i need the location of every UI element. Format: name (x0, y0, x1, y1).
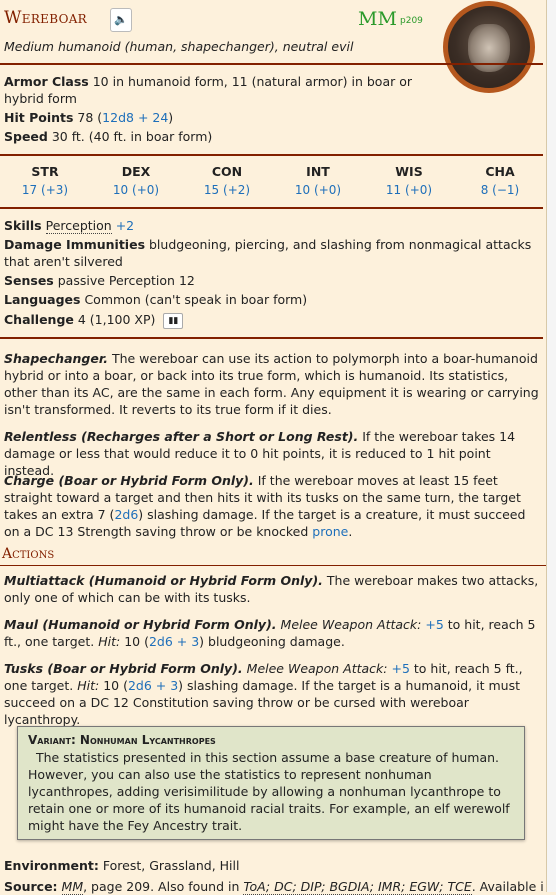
ability-scores: STR 17 (+3) DEX 10 (+0) CON 15 (+2) INT … (0, 164, 543, 204)
hit-label: Hit: (77, 678, 100, 693)
challenge-label: Challenge (4, 312, 74, 327)
ability-roll[interactable]: 10 (+0) (91, 183, 181, 197)
ability-label: CHA (485, 164, 515, 179)
hit-points-value: 78 (77, 110, 94, 125)
damage-roll[interactable]: 2d6 + 3 (128, 678, 178, 693)
trait-text: . (348, 524, 353, 539)
ability-roll[interactable]: 10 (+0) (273, 183, 363, 197)
trait-charge: Charge (Boar or Hybrid Form Only). If th… (4, 472, 541, 540)
trait-name: Relentless (Recharges after a Short or L… (4, 429, 359, 444)
hit-value: 10 ( (103, 678, 128, 693)
speaker-icon[interactable]: 🔈 (110, 8, 132, 32)
ability-label: STR (31, 164, 59, 179)
ability-int: INT 10 (+0) (273, 164, 363, 197)
senses-label: Senses (4, 273, 54, 288)
scrollbar-track[interactable] (547, 0, 556, 892)
source-page: p209 (400, 16, 423, 26)
action-name: Maul (Humanoid or Hybrid Form Only). (4, 617, 277, 632)
armor-class-label: Armor Class (4, 74, 89, 89)
senses: Senses passive Perception 12 (4, 272, 539, 289)
bar-chart-icon[interactable]: ▮▮ (163, 312, 184, 329)
action-maul: Maul (Humanoid or Hybrid Form Only). Mel… (4, 616, 541, 650)
damage-roll[interactable]: 2d6 (114, 507, 138, 522)
ability-con: CON 15 (+2) (182, 164, 272, 197)
divider (0, 337, 543, 339)
ability-label: CON (211, 164, 243, 179)
damage-immunities: Damage Immunities bludgeoning, piercing,… (4, 236, 539, 270)
skill-roll[interactable]: +2 (116, 218, 134, 233)
attack-type: Melee Weapon Attack: (280, 617, 422, 632)
ability-roll[interactable]: 8 (−1) (455, 183, 545, 197)
ability-roll[interactable]: 15 (+2) (182, 183, 272, 197)
variant-box: Variant: Nonhuman Lycanthropes The stati… (17, 726, 525, 840)
hit-points: Hit Points 78 (12d8 + 24) (4, 110, 174, 125)
damage-roll[interactable]: 2d6 + 3 (149, 634, 199, 649)
section-divider (0, 565, 546, 566)
speed: Speed 30 ft. (40 ft. in boar form) (4, 128, 434, 145)
languages-value: Common (can't speak in boar form) (84, 292, 308, 307)
actions-header: Actions (2, 546, 55, 562)
hit-points-label: Hit Points (4, 110, 74, 125)
variant-body: The statistics presented in this section… (28, 750, 510, 833)
ability-dex: DEX 10 (+0) (91, 164, 181, 197)
ability-roll[interactable]: 17 (+3) (0, 183, 90, 197)
action-multiattack: Multiattack (Humanoid or Hybrid Form Onl… (4, 572, 541, 606)
ability-str: STR 17 (+3) (0, 164, 90, 197)
ability-wis: WIS 11 (+0) (364, 164, 454, 197)
hit-points-roll[interactable]: 12d8 + 24 (102, 110, 168, 125)
speed-value: 30 ft. (40 ft. in boar form) (51, 129, 213, 144)
variant-title: Variant: Nonhuman Lycanthropes (28, 733, 216, 747)
senses-value: passive Perception 12 (57, 273, 195, 288)
source-abbr[interactable]: MM (358, 8, 397, 30)
skills-label: Skills (4, 218, 42, 233)
monster-name: Wereboar (4, 8, 88, 28)
source-book[interactable]: MM (61, 879, 84, 895)
environment-value: Forest, Grassland, Hill (102, 858, 240, 873)
speed-label: Speed (4, 129, 48, 144)
skills: Skills Perception +2 (4, 217, 539, 234)
challenge-value: 4 (1,100 XP) (77, 312, 156, 327)
ability-label: DEX (121, 164, 151, 179)
languages-label: Languages (4, 292, 81, 307)
trait-name: Shapechanger. (4, 351, 108, 366)
ability-cha: CHA 8 (−1) (455, 164, 545, 197)
ability-roll[interactable]: 11 (+0) (364, 183, 454, 197)
ability-label: WIS (395, 164, 423, 179)
immunities-label: Damage Immunities (4, 237, 146, 252)
hit-value: 10 ( (124, 634, 149, 649)
action-name: Tusks (Boar or Hybrid Form Only). (4, 661, 243, 676)
hit-label: Hit: (98, 634, 121, 649)
languages: Languages Common (can't speak in boar fo… (4, 291, 539, 308)
attack-roll[interactable]: +5 (425, 617, 443, 632)
skill-perception[interactable]: Perception (45, 218, 112, 234)
divider (0, 63, 543, 65)
variant-text: The statistics presented in this section… (28, 749, 514, 834)
armor-class: Armor Class 10 in humanoid form, 11 (nat… (4, 73, 434, 107)
wereboar-token-image[interactable] (443, 1, 535, 93)
environment: Environment: Forest, Grassland, Hill (4, 857, 539, 874)
ability-label: INT (306, 164, 330, 179)
divider (0, 154, 543, 156)
type-line: Medium humanoid (human, shapechanger), n… (4, 39, 354, 54)
attack-type: Melee Weapon Attack: (246, 661, 388, 676)
divider (0, 207, 543, 209)
action-tusks: Tusks (Boar or Hybrid Form Only). Melee … (4, 660, 541, 728)
action-text: ) bludgeoning damage. (199, 634, 345, 649)
challenge: Challenge 4 (1,100 XP) ▮▮ (4, 311, 539, 329)
source-line: Source: MM, page 209. Also found in ToA;… (4, 878, 544, 895)
action-name: Multiattack (Humanoid or Hybrid Form Onl… (4, 573, 323, 588)
attack-roll[interactable]: +5 (391, 661, 409, 676)
environment-label: Environment: (4, 858, 99, 873)
trait-name: Charge (Boar or Hybrid Form Only). (4, 473, 254, 488)
statblock: Wereboar 🔈 MM p209 Medium humanoid (huma… (0, 0, 547, 895)
trait-shapechanger: Shapechanger. The wereboar can use its a… (4, 350, 541, 418)
condition-link[interactable]: prone (312, 524, 348, 539)
source-others[interactable]: ToA; DC; DIP; BGDIA; IMR; EGW; TCE (243, 879, 472, 895)
